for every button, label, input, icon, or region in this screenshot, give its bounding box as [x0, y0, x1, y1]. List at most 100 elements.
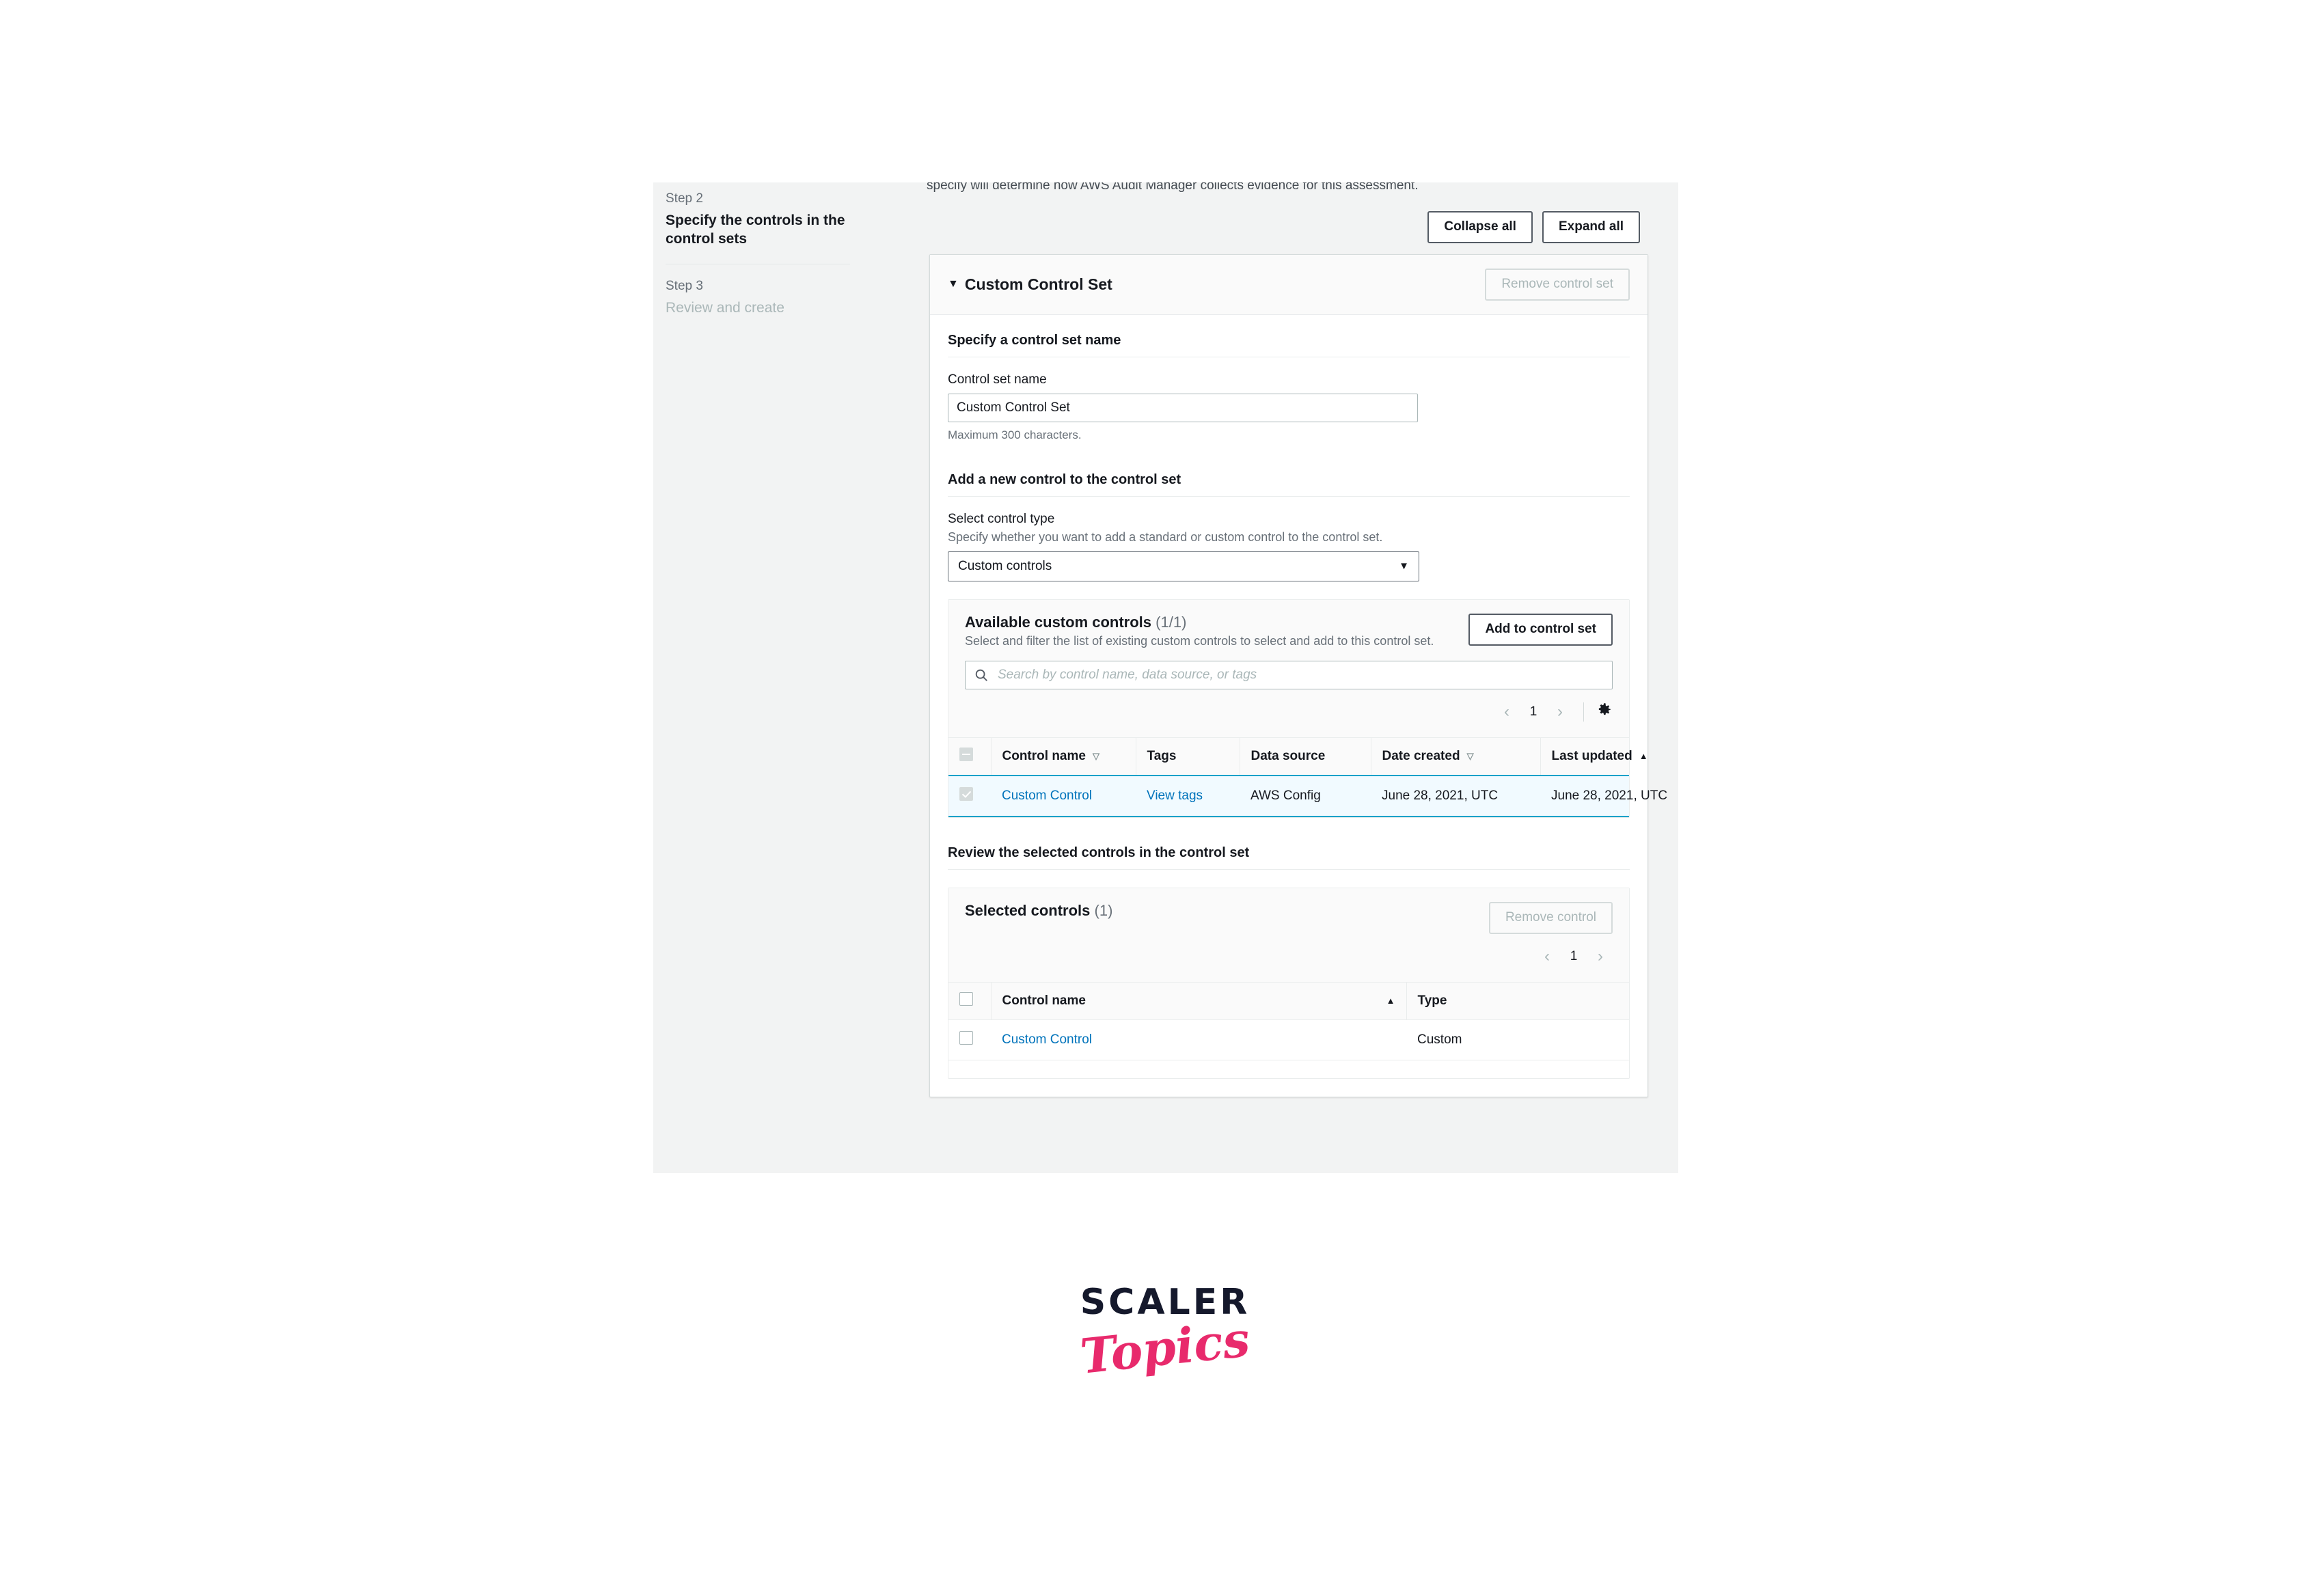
header-tags[interactable]: Tags: [1135, 737, 1240, 776]
row-checkbox[interactable]: [959, 786, 973, 801]
card-header: ▼ Custom Control Set Remove control set: [930, 255, 1648, 315]
selected-cell-type: Custom: [1406, 1019, 1629, 1060]
cell-date-created: June 28, 2021, UTC: [1371, 774, 1540, 817]
selected-select-all-header-cell: [948, 981, 991, 1020]
chevron-left-icon[interactable]: ‹: [1494, 703, 1519, 720]
page-root: specify will determine how AWS Audit Man…: [0, 0, 2324, 1577]
wizard-step-3[interactable]: Step 3 Review and create: [666, 278, 864, 317]
control-set-name-input[interactable]: [948, 393, 1418, 422]
available-custom-controls-panel: Available custom controls (1/1) Select a…: [948, 599, 1667, 818]
selected-panel-title: Selected controls (1): [965, 902, 1112, 920]
card-body: Specify a control set name Control set n…: [930, 315, 1667, 1097]
card-title-group[interactable]: ▼ Custom Control Set: [948, 275, 1112, 294]
remove-control-set-button[interactable]: Remove control set: [1485, 269, 1630, 301]
chevron-left-icon[interactable]: ‹: [1535, 948, 1559, 965]
header-tags-label: Tags: [1147, 748, 1177, 763]
available-panel-header: Available custom controls (1/1) Select a…: [948, 599, 1629, 737]
sort-descending-icon: ▽: [1092, 750, 1099, 761]
control-name-link[interactable]: Custom Control: [1002, 788, 1092, 803]
view-tags-link[interactable]: View tags: [1147, 788, 1203, 803]
selected-pagination: ‹ 1 ›: [965, 944, 1613, 970]
control-name-link[interactable]: Custom Control: [1002, 1032, 1092, 1047]
row-checkbox[interactable]: [959, 1030, 973, 1045]
selected-cell-control-name: Custom Control: [991, 1019, 1406, 1060]
review-selected-heading: Review the selected controls in the cont…: [948, 827, 1630, 870]
control-set-name-label: Control set name: [948, 372, 1047, 387]
collapse-expand-toolbar: Collapse all Expand all: [1427, 211, 1640, 243]
header-control-name-label: Control name: [1002, 748, 1086, 763]
header-date-created[interactable]: Date created ▽: [1370, 737, 1540, 776]
add-control-heading: Add a new control to the control set: [948, 454, 1630, 497]
selected-header-control-name-label: Control name: [1002, 993, 1086, 1008]
selected-panel-header: Selected controls (1) Remove control ‹ 1…: [948, 888, 1629, 982]
sort-ascending-icon: ▲: [1386, 996, 1395, 1006]
row-checkbox-cell: [948, 774, 991, 817]
cell-tags: View tags: [1136, 774, 1240, 817]
header-data-source-label: Data source: [1250, 748, 1326, 763]
page-number[interactable]: 1: [1562, 949, 1585, 964]
pagination-divider: [1583, 702, 1584, 722]
header-control-name[interactable]: Control name ▽: [990, 737, 1136, 776]
available-panel-subtitle: Select and filter the list of existing c…: [965, 633, 1434, 648]
available-table-header-row: Control name ▽ Tags Data source Date cre…: [948, 737, 1648, 776]
selected-panel-count: (1): [1094, 901, 1113, 919]
step-2-title: Specify the controls in the control sets: [666, 212, 845, 247]
table-row[interactable]: Custom Control Custom: [948, 1019, 1629, 1060]
step-2-number: Step 2: [666, 191, 703, 206]
chevron-right-icon[interactable]: ›: [1588, 948, 1613, 965]
caret-down-icon[interactable]: ▼: [948, 279, 959, 290]
select-control-type-label: Select control type: [948, 511, 1055, 526]
control-type-select[interactable]: Custom controls ▼: [948, 551, 1419, 581]
available-controls-table: Control name ▽ Tags Data source Date cre…: [948, 737, 1667, 817]
remove-control-button[interactable]: Remove control: [1488, 901, 1613, 934]
logo-topics-text: Topics: [1078, 1311, 1253, 1385]
gear-icon[interactable]: [1595, 701, 1613, 722]
intro-text-cutoff: specify will determine how AWS Audit Man…: [927, 182, 1419, 193]
selected-header-control-name[interactable]: Control name ▲: [990, 981, 1406, 1020]
selected-table-header-row: Control name ▲ Type: [948, 981, 1629, 1020]
available-panel-count: (1/1): [1156, 613, 1187, 631]
card-title-text: Custom Control Set: [964, 275, 1112, 293]
cell-data-source: AWS Config: [1240, 774, 1371, 817]
search-input[interactable]: [996, 666, 1604, 683]
step-3-title: Review and create: [666, 299, 784, 316]
specify-name-heading: Specify a control set name: [948, 315, 1630, 357]
expand-all-button[interactable]: Expand all: [1542, 211, 1640, 243]
page-number[interactable]: 1: [1522, 704, 1545, 719]
selected-panel-title-text: Selected controls: [965, 901, 1091, 919]
sort-descending-icon: ▽: [1466, 750, 1474, 761]
step-3-number: Step 3: [666, 279, 703, 294]
cell-last-updated: June 28, 2021, UTC: [1540, 774, 1667, 817]
scaler-topics-logo: SCALER Topics: [1056, 1285, 1274, 1385]
aws-console-screenshot: specify will determine how AWS Audit Man…: [653, 182, 1678, 1173]
table-row[interactable]: Custom Control View tags AWS Config June…: [948, 774, 1667, 817]
header-date-created-label: Date created: [1382, 748, 1460, 763]
header-data-source[interactable]: Data source: [1239, 737, 1371, 776]
cell-control-name: Custom Control: [991, 774, 1136, 817]
chevron-down-icon: ▼: [1399, 560, 1409, 573]
selected-controls-table: Control name ▲ Type Custom Control Custo…: [948, 981, 1629, 1060]
wizard-step-rail: Step 2 Specify the controls in the contr…: [666, 191, 864, 318]
selected-panel-footer-pad: [948, 1060, 1629, 1078]
control-type-selected-value: Custom controls: [958, 558, 1052, 573]
select-all-checkbox[interactable]: [959, 747, 973, 761]
selected-header-type[interactable]: Type: [1406, 981, 1629, 1020]
select-control-type-description: Specify whether you want to add a standa…: [948, 530, 1383, 544]
available-panel-title-text: Available custom controls: [965, 613, 1152, 631]
available-pagination: ‹ 1 ›: [965, 699, 1613, 725]
selected-controls-panel: Selected controls (1) Remove control ‹ 1…: [948, 887, 1630, 1079]
wizard-step-2[interactable]: Step 2 Specify the controls in the contr…: [666, 191, 864, 249]
header-last-updated[interactable]: Last updated ▲: [1540, 737, 1648, 776]
collapse-all-button[interactable]: Collapse all: [1427, 211, 1533, 243]
selected-header-type-label: Type: [1417, 993, 1447, 1008]
select-all-header-cell: [948, 737, 991, 776]
available-panel-title: Available custom controls (1/1): [965, 614, 1434, 631]
chevron-right-icon[interactable]: ›: [1548, 703, 1572, 720]
gear-icon-svg: [1598, 703, 1611, 715]
add-to-control-set-button[interactable]: Add to control set: [1468, 613, 1613, 646]
selected-row-checkbox-cell: [948, 1019, 991, 1060]
select-all-checkbox[interactable]: [959, 991, 973, 1006]
header-last-updated-label: Last updated: [1551, 748, 1632, 763]
search-box[interactable]: [965, 660, 1613, 689]
search-icon: [975, 669, 987, 681]
